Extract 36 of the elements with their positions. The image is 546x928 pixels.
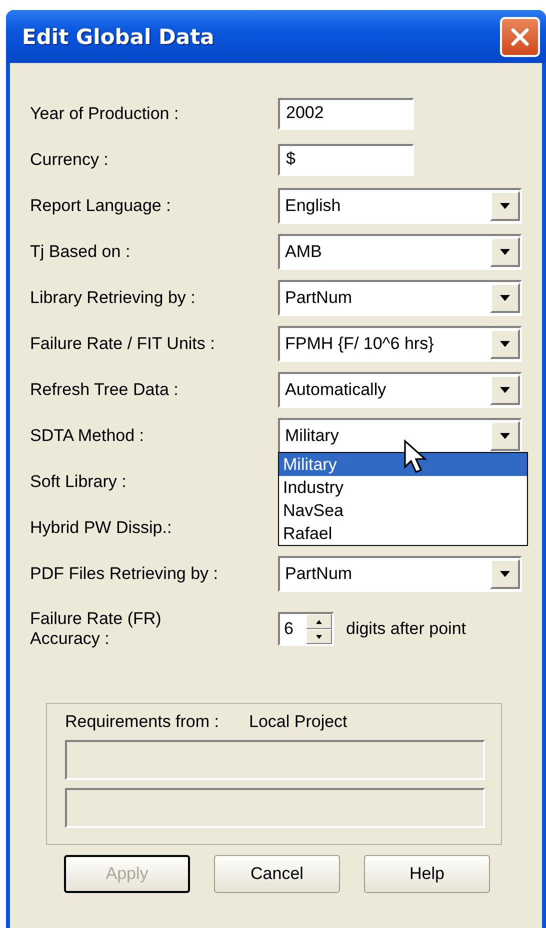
dialog-button[interactable]: Help xyxy=(364,855,490,893)
dropdown-option[interactable]: Industry xyxy=(279,476,527,499)
dropdown-field[interactable]: AMB xyxy=(278,234,522,270)
close-icon xyxy=(509,26,531,48)
field-label: SDTA Method : xyxy=(30,426,146,446)
field-label: Hybrid PW Dissip.: xyxy=(30,518,173,538)
dropdown-option[interactable]: Military xyxy=(279,453,527,476)
spin-up-icon[interactable] xyxy=(306,614,332,629)
field-label: Tj Based on : xyxy=(30,242,132,262)
spin-down-icon[interactable] xyxy=(306,629,332,644)
window-title: Edit Global Data xyxy=(22,24,214,48)
field-label: PDF Files Retrieving by : xyxy=(30,564,219,584)
close-button[interactable] xyxy=(500,16,540,56)
field-label: Failure Rate (FR) Accuracy : xyxy=(30,608,162,650)
field-label: Year of Production : xyxy=(30,104,180,124)
dropdown-field[interactable]: PartNum xyxy=(278,556,522,592)
number-spinner[interactable]: 6 xyxy=(278,612,334,646)
unit-label: digits after point xyxy=(346,619,466,639)
source-value: Local Project xyxy=(249,712,348,732)
dropdown-field[interactable]: Military xyxy=(278,418,522,454)
dropdown-field[interactable]: FPMH {F/ 10^6 hrs} xyxy=(278,326,522,362)
field-label: Soft Library : xyxy=(30,472,128,492)
dropdown-field[interactable]: English xyxy=(278,188,522,224)
field-label: Library Retrieving by : xyxy=(30,288,196,308)
dropdown-field[interactable]: PartNum xyxy=(278,280,522,316)
field-label: Currency : xyxy=(30,150,110,170)
field-label: Refresh Tree Data : xyxy=(30,380,180,400)
group-label: Requirements from : xyxy=(65,712,219,732)
dropdown-field[interactable]: Automatically xyxy=(278,372,522,408)
input-field[interactable]: 2002 xyxy=(278,98,414,130)
dropdown-option[interactable]: Rafael xyxy=(279,522,527,545)
dialog-button[interactable]: Cancel xyxy=(214,855,340,893)
field-label: Report Language : xyxy=(30,196,172,216)
dropdown-option[interactable]: NavSea xyxy=(279,499,527,522)
input-field[interactable]: $ xyxy=(278,144,414,176)
field-label: Failure Rate / FIT Units : xyxy=(30,334,216,354)
